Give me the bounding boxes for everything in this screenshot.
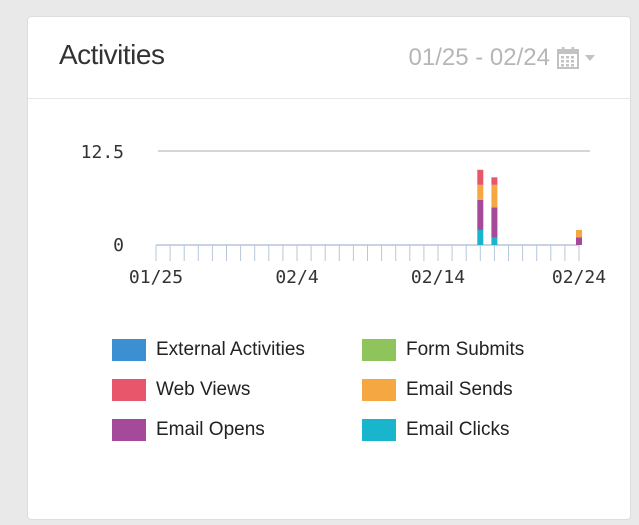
chart-legend: External Activities Form Submits Web Views… bbox=[112, 339, 582, 441]
bar-segment bbox=[477, 199, 484, 230]
bar-segment bbox=[491, 207, 498, 238]
legend-label: External Activities bbox=[156, 339, 305, 360]
legend-label: Email Sends bbox=[406, 379, 513, 400]
legend-item[interactable]: Email Clicks bbox=[362, 419, 582, 441]
bar-segment bbox=[491, 237, 498, 245]
legend-item[interactable]: Email Opens bbox=[112, 419, 362, 441]
legend-item[interactable]: Email Sends bbox=[362, 379, 582, 401]
bar-segment bbox=[576, 229, 582, 238]
legend-swatch bbox=[362, 379, 396, 401]
legend-swatch bbox=[112, 419, 146, 441]
x-tick-label: 02/14 bbox=[411, 267, 465, 288]
bar-segment bbox=[477, 229, 484, 245]
legend-label: Email Clicks bbox=[406, 419, 510, 440]
bar-segment bbox=[576, 237, 582, 245]
activities-card: Activities 01/25 - 02/24 12.5 0 01/25 02/4 0… bbox=[27, 16, 631, 520]
legend-item[interactable]: External Activities bbox=[112, 339, 362, 361]
legend-swatch bbox=[362, 339, 396, 361]
x-tick-label: 02/24 bbox=[552, 267, 606, 288]
legend-label: Form Submits bbox=[406, 339, 525, 360]
legend-swatch bbox=[112, 379, 146, 401]
y-tick-label: 0 bbox=[113, 235, 124, 256]
bar-segment bbox=[477, 184, 484, 200]
bar-segment bbox=[491, 184, 498, 208]
bar-segment bbox=[491, 177, 498, 185]
legend-swatch bbox=[112, 339, 146, 361]
bar-segment bbox=[477, 169, 484, 185]
legend-item[interactable]: Form Submits bbox=[362, 339, 582, 361]
legend-label: Email Opens bbox=[156, 419, 265, 440]
activities-chart: 12.5 001/25 02/4 02/14 02/24 bbox=[81, 142, 606, 288]
legend-label: Web Views bbox=[156, 379, 251, 400]
legend-item[interactable]: Web Views bbox=[112, 379, 362, 401]
legend-swatch bbox=[362, 419, 396, 441]
x-tick-label: 02/4 bbox=[275, 267, 318, 288]
x-tick-label: 01/25 bbox=[129, 267, 183, 288]
y-tick-label: 12.5 bbox=[81, 142, 124, 163]
